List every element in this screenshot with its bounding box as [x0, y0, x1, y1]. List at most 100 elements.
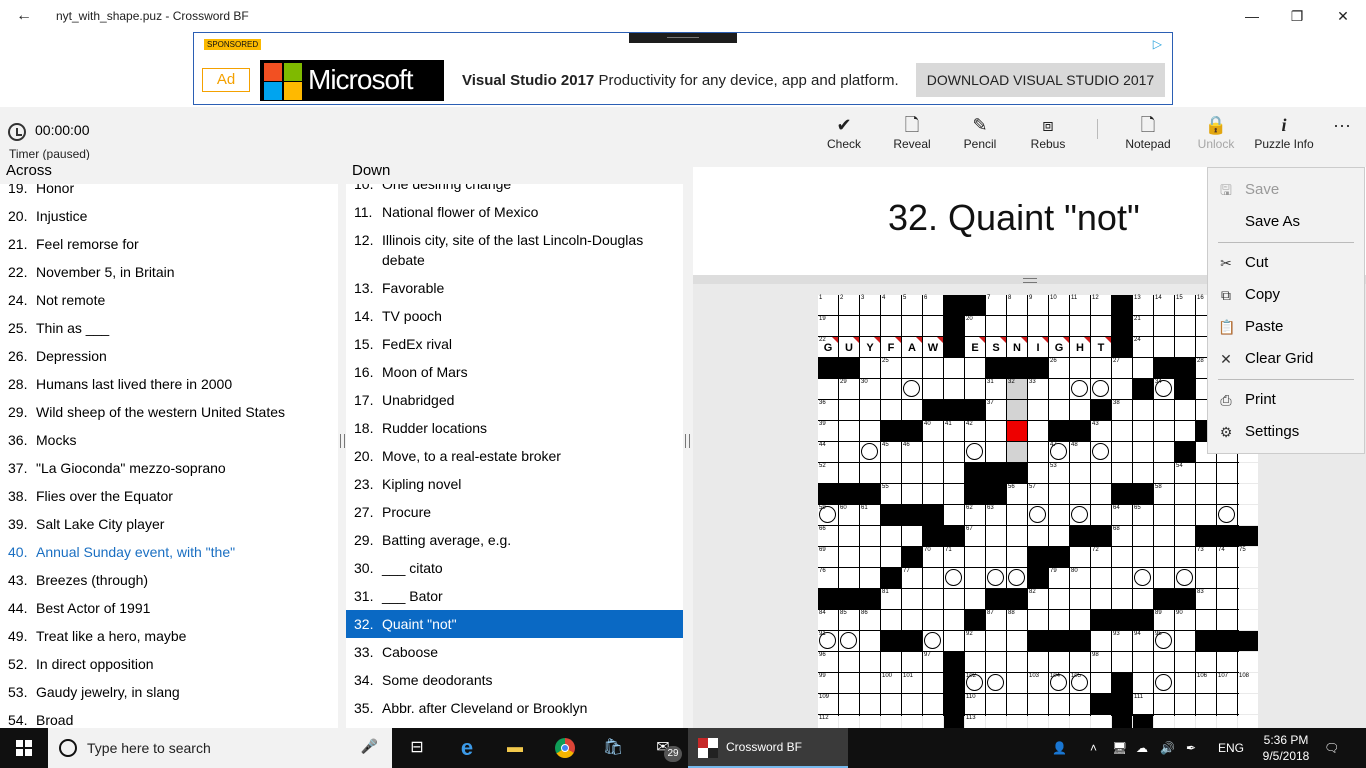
grid-cell[interactable]: 10	[1049, 295, 1069, 315]
grid-cell[interactable]: N	[1007, 337, 1027, 357]
taskbar-crossword-app[interactable]: Crossword BF	[688, 728, 848, 768]
grid-cell[interactable]: 25	[881, 358, 901, 378]
grid-cell[interactable]	[1091, 673, 1111, 693]
grid-cell[interactable]	[1238, 463, 1258, 483]
across-clue[interactable]: 40. Annual Sunday event, with "the"	[0, 538, 338, 566]
grid-cell[interactable]	[881, 526, 901, 546]
grid-cell[interactable]: 101	[902, 673, 922, 693]
grid-cell[interactable]	[860, 316, 880, 336]
down-clue[interactable]: 33. Caboose	[346, 638, 683, 666]
grid-cell[interactable]	[881, 694, 901, 714]
grid-cell[interactable]: 98	[1091, 652, 1111, 672]
grid-cell[interactable]	[986, 526, 1006, 546]
grid-cell[interactable]	[1049, 526, 1069, 546]
grid-cell[interactable]: 38	[1112, 400, 1132, 420]
grid-cell[interactable]: 108	[1238, 673, 1258, 693]
grid-cell[interactable]: 37	[986, 400, 1006, 420]
grid-cell[interactable]: 75	[1238, 547, 1258, 567]
grid-cell[interactable]: 96	[818, 652, 838, 672]
grid-cell[interactable]: 31	[986, 379, 1006, 399]
grid-cell[interactable]	[902, 694, 922, 714]
grid-cell[interactable]	[923, 316, 943, 336]
down-clue[interactable]: 11. National flower of Mexico	[346, 198, 683, 226]
grid-cell[interactable]	[923, 568, 943, 588]
grid-cell[interactable]: 30	[860, 379, 880, 399]
grid-cell[interactable]	[1091, 505, 1111, 525]
volume-icon[interactable]: 🔊	[1160, 728, 1178, 768]
grid-cell[interactable]: 56	[1007, 484, 1027, 504]
network-icon[interactable]: 🖥	[1112, 728, 1130, 768]
advertisement-banner[interactable]: SPONSORED Ad Microsoft Visual Studio 201…	[193, 32, 1173, 105]
grid-cell[interactable]: 27	[1112, 358, 1132, 378]
grid-cell[interactable]	[1175, 568, 1195, 588]
grid-cell[interactable]	[923, 442, 943, 462]
grid-cell[interactable]	[1070, 379, 1090, 399]
grid-cell[interactable]: 29	[839, 379, 859, 399]
grid-cell[interactable]	[1175, 673, 1195, 693]
grid-cell[interactable]	[1175, 694, 1195, 714]
grid-cell[interactable]: 90	[1175, 610, 1195, 630]
grid-cell[interactable]	[986, 442, 1006, 462]
grid-cell[interactable]	[1049, 505, 1069, 525]
down-clue[interactable]: 16. Moon of Mars	[346, 358, 683, 386]
grid-cell[interactable]	[1154, 337, 1174, 357]
grid-cell[interactable]	[860, 673, 880, 693]
grid-cell[interactable]	[1196, 694, 1216, 714]
grid-cell[interactable]	[1133, 442, 1153, 462]
across-clue[interactable]: 39. Salt Lake City player	[0, 510, 338, 538]
across-clue[interactable]: 28. Humans last lived there in 2000	[0, 370, 338, 398]
grid-cell[interactable]: 68	[1112, 526, 1132, 546]
grid-cell[interactable]	[902, 400, 922, 420]
grid-cell[interactable]: 13	[1133, 295, 1153, 315]
grid-cell[interactable]: 11	[1070, 295, 1090, 315]
grid-cell[interactable]	[923, 358, 943, 378]
grid-cell[interactable]	[1175, 526, 1195, 546]
ad-drag-handle[interactable]	[629, 33, 737, 43]
across-clue[interactable]: 52. In direct opposition	[0, 650, 338, 678]
down-clue[interactable]: 18. Rudder locations	[346, 414, 683, 442]
down-clue[interactable]: 20. Move, to a real-estate broker	[346, 442, 683, 470]
grid-cell[interactable]	[1217, 463, 1237, 483]
menu-item-paste[interactable]: 📋 Paste	[1208, 311, 1364, 343]
task-view-icon[interactable]: ⊟	[400, 728, 434, 768]
grid-cell[interactable]: 97	[923, 652, 943, 672]
grid-cell[interactable]	[944, 589, 964, 609]
grid-cell[interactable]: 87	[986, 610, 1006, 630]
down-clue[interactable]: 32. Quaint "not"	[346, 610, 683, 638]
pencil-button[interactable]: ✎ Pencil	[957, 107, 1003, 167]
grid-cell[interactable]: 110	[965, 694, 985, 714]
grid-cell[interactable]	[923, 379, 943, 399]
grid-cell[interactable]: 65	[1133, 505, 1153, 525]
grid-cell[interactable]	[902, 358, 922, 378]
grid-cell[interactable]: 52	[818, 463, 838, 483]
grid-cell[interactable]: 62	[965, 505, 985, 525]
grid-cell[interactable]	[839, 400, 859, 420]
grid-cell[interactable]	[1133, 421, 1153, 441]
grid-cell[interactable]	[860, 400, 880, 420]
grid-cell[interactable]: 60	[839, 505, 859, 525]
grid-cell[interactable]	[1133, 547, 1153, 567]
across-clue[interactable]: 38. Flies over the Equator	[0, 482, 338, 510]
grid-cell[interactable]	[944, 463, 964, 483]
grid-cell[interactable]	[986, 631, 1006, 651]
grid-cell[interactable]	[1028, 652, 1048, 672]
grid-cell[interactable]: 22 G	[818, 337, 838, 357]
grid-cell[interactable]	[818, 379, 838, 399]
grid-cell[interactable]: 73	[1196, 547, 1216, 567]
grid-cell[interactable]	[1070, 463, 1090, 483]
grid-cell[interactable]	[1007, 694, 1027, 714]
grid-cell[interactable]: 85	[839, 610, 859, 630]
grid-cell[interactable]	[1049, 652, 1069, 672]
grid-cell[interactable]: 84	[818, 610, 838, 630]
grid-cell[interactable]: 94	[1133, 631, 1153, 651]
grid-cell[interactable]: 86	[860, 610, 880, 630]
grid-cell[interactable]: 74	[1217, 547, 1237, 567]
grid-cell[interactable]	[860, 526, 880, 546]
grid-cell[interactable]	[1196, 610, 1216, 630]
grid-cell[interactable]	[1154, 442, 1174, 462]
file-explorer-icon[interactable]: ▬	[498, 728, 532, 768]
grid-cell[interactable]	[1112, 442, 1132, 462]
grid-cell[interactable]	[881, 400, 901, 420]
grid-cell[interactable]: T	[1091, 337, 1111, 357]
chevron-up-icon[interactable]: ˄	[1090, 728, 1104, 768]
